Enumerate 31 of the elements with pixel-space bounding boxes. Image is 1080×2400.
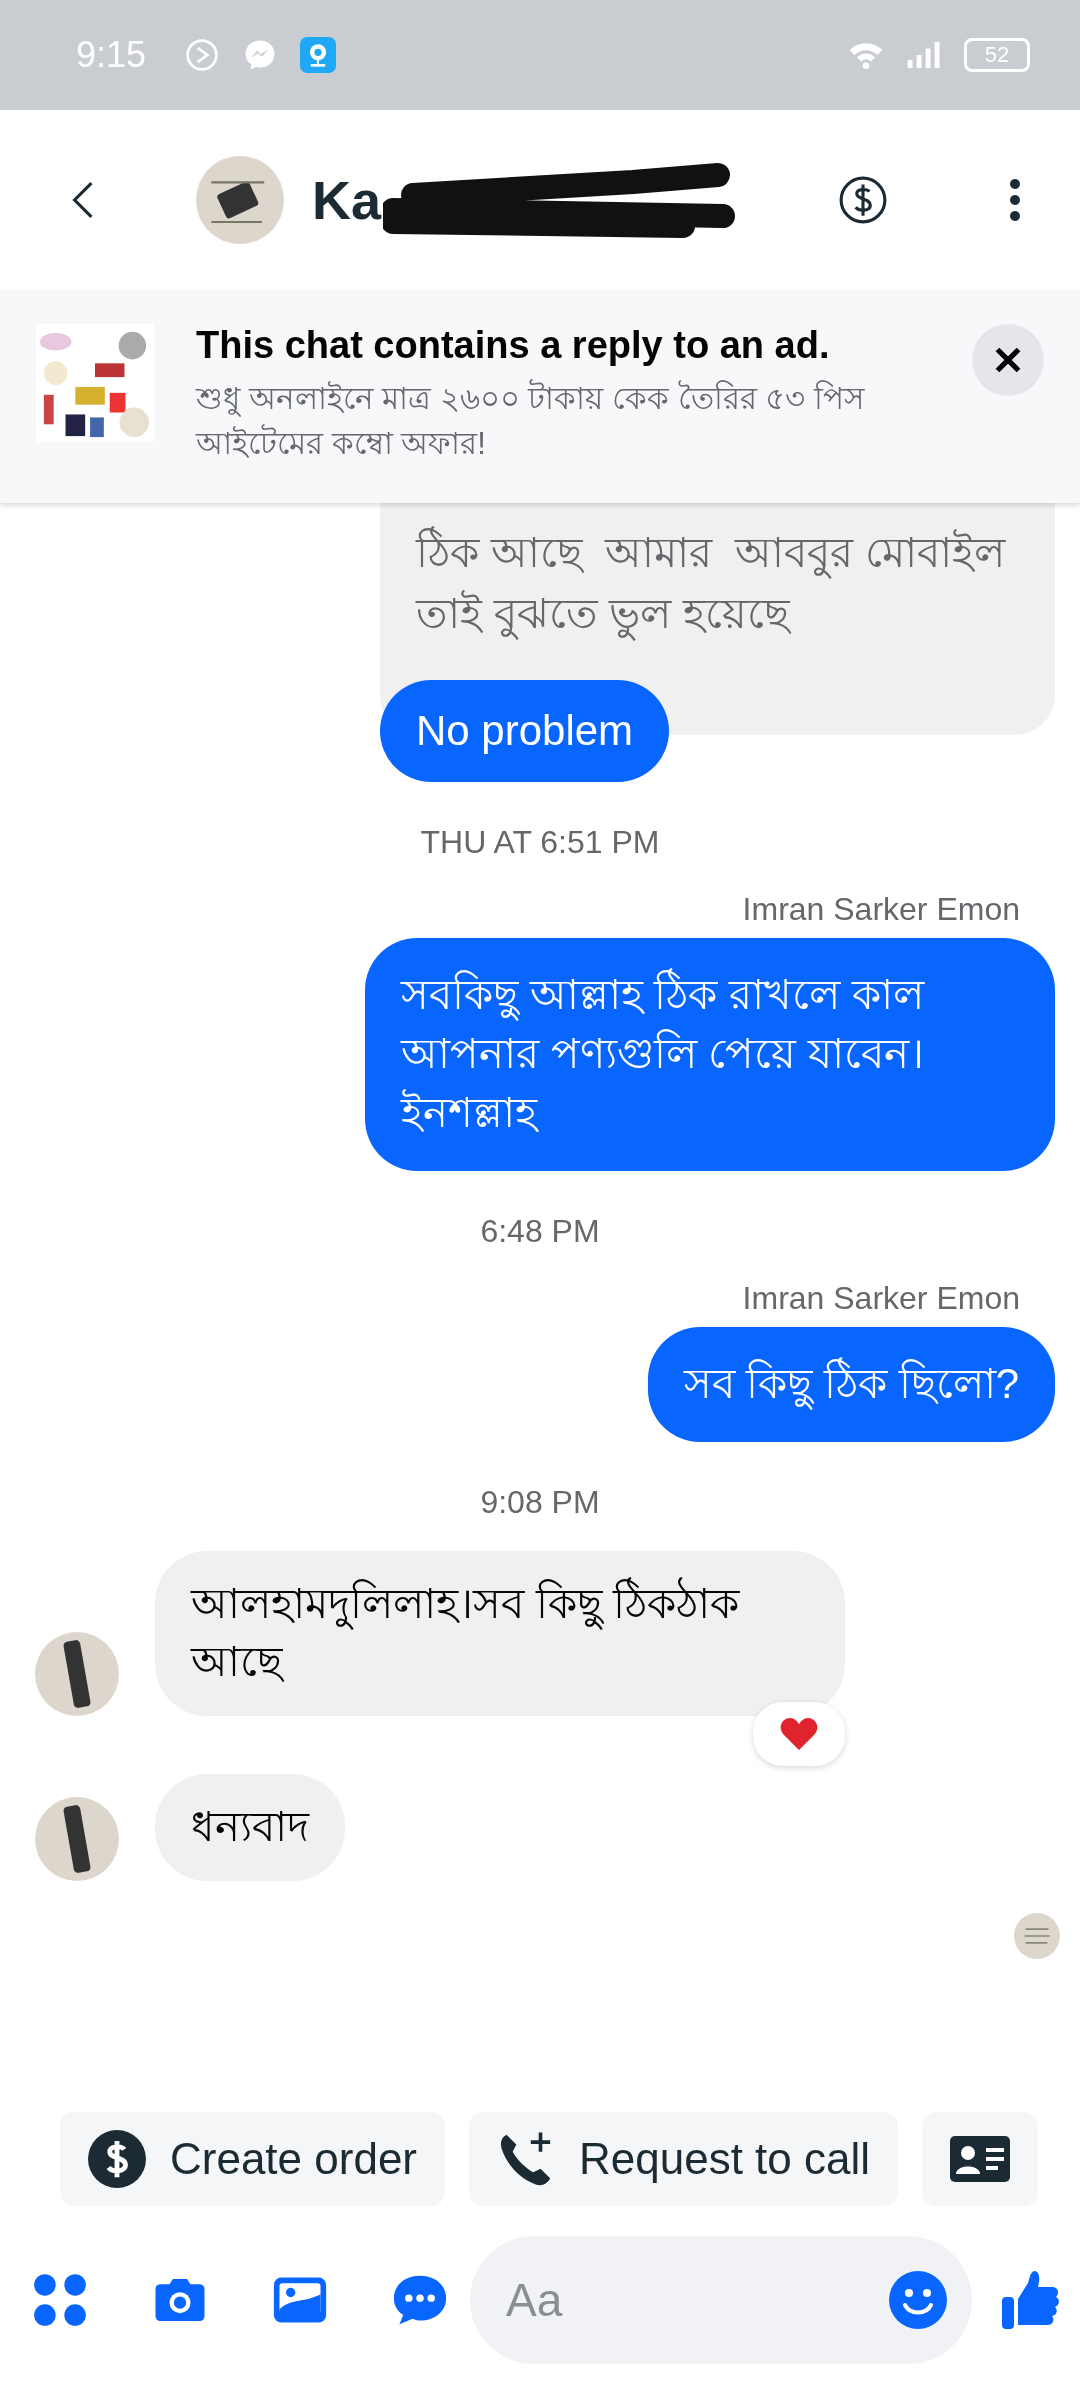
timestamp: 6:48 PM (480, 1212, 600, 1249)
emoji-icon[interactable] (888, 2270, 948, 2330)
seen-avatar (1014, 1913, 1060, 1960)
message-bubble: আলহামদুলিলাহ।সব কিছু ঠিকঠাক আছে (155, 1550, 845, 1717)
message-bubble: সব কিছু ঠিক ছিলো? (647, 1326, 1055, 1442)
heart-icon (779, 1716, 819, 1753)
quick-reply-chip[interactable] (922, 2112, 1039, 2206)
message-bubble: সবকিছু আল্লাহ ঠিক রাখলে কাল আপনার পণ্যগুলি পেয়ে যাবেন। ইনশল্লাহ (365, 938, 1055, 1171)
close-icon (993, 345, 1023, 375)
dollar-icon[interactable] (838, 175, 888, 225)
timestamp: 9:08 PM (480, 1483, 600, 1520)
sender-name: Imran Sarker Emon (742, 1279, 1020, 1316)
avatar[interactable] (196, 156, 284, 244)
quick-reply-chip[interactable]: Request to call (469, 2112, 899, 2206)
message-bubble: ধন্যবাদ (155, 1774, 345, 1882)
webcam-icon (300, 37, 337, 73)
apps-icon[interactable] (32, 2272, 88, 2328)
thumbs-up-icon[interactable] (1000, 2269, 1060, 2331)
ad-banner-title: This chat contains a reply to an ad. (196, 324, 831, 367)
timer-icon (184, 37, 221, 73)
quick-reply-chip[interactable]: Create order (60, 2112, 445, 2206)
dollar-icon (88, 2130, 146, 2188)
ad-banner-text: শুধু অনলাইনে মাত্র ২৬০০ টাকায় কেক তৈরির ৫৩ পিস আইটেমের কম্বো অফার! (196, 378, 866, 463)
contact-name[interactable]: Ka (312, 169, 382, 231)
timestamp: THU AT 6:51 PM (420, 824, 660, 861)
sender-name: Imran Sarker Emon (742, 891, 1020, 928)
message-input[interactable]: Aa (504, 2272, 888, 2328)
more-icon[interactable] (1008, 178, 1022, 222)
contact-card-icon (950, 2136, 1011, 2182)
message-bubble: No problem (380, 679, 670, 783)
message-field[interactable]: Aa (470, 2236, 972, 2364)
